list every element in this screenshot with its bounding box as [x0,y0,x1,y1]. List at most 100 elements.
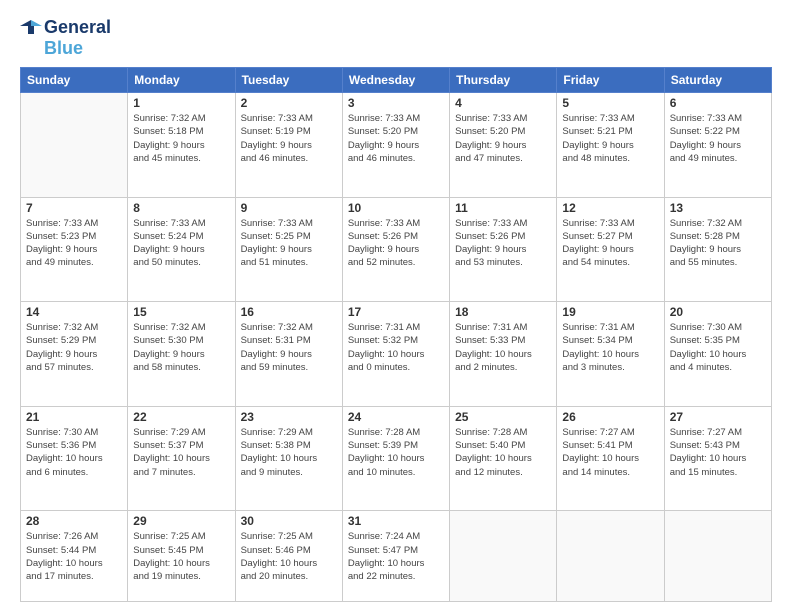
day-number: 10 [348,201,444,215]
calendar-cell: 11 Sunrise: 7:33 AM Sunset: 5:26 PM Dayli… [450,197,557,302]
calendar-cell [664,511,771,602]
day-info: Sunrise: 7:28 AM Sunset: 5:39 PM Dayligh… [348,426,444,479]
day-number: 14 [26,305,122,319]
calendar-cell: 7 Sunrise: 7:33 AM Sunset: 5:23 PM Daylig… [21,197,128,302]
calendar-week-row: 14 Sunrise: 7:32 AM Sunset: 5:29 PM Dayli… [21,302,772,407]
page: General Blue SundayMondayTuesdayWednesda… [0,0,792,612]
day-info: Sunrise: 7:25 AM Sunset: 5:45 PM Dayligh… [133,530,229,583]
calendar-cell: 28 Sunrise: 7:26 AM Sunset: 5:44 PM Dayli… [21,511,128,602]
day-info: Sunrise: 7:28 AM Sunset: 5:40 PM Dayligh… [455,426,551,479]
calendar-cell: 23 Sunrise: 7:29 AM Sunset: 5:38 PM Dayli… [235,406,342,511]
day-info: Sunrise: 7:27 AM Sunset: 5:43 PM Dayligh… [670,426,766,479]
calendar-cell: 30Sunrise: 7:25 AM Sunset: 5:46 PM Dayli… [235,511,342,602]
calendar-week-row: 21 Sunrise: 7:30 AM Sunset: 5:36 PM Dayli… [21,406,772,511]
day-info: Sunrise: 7:33 AM Sunset: 5:21 PM Dayligh… [562,112,658,165]
calendar-cell [21,93,128,198]
calendar-header-saturday: Saturday [664,68,771,93]
day-info: Sunrise: 7:32 AM Sunset: 5:30 PM Dayligh… [133,321,229,374]
day-number: 5 [562,96,658,110]
calendar-cell [450,511,557,602]
day-number: 24 [348,410,444,424]
day-number: 27 [670,410,766,424]
calendar-cell: 19 Sunrise: 7:31 AM Sunset: 5:34 PM Dayli… [557,302,664,407]
calendar-cell: 16Sunrise: 7:32 AM Sunset: 5:31 PM Dayli… [235,302,342,407]
day-number: 11 [455,201,551,215]
calendar-cell: 15 Sunrise: 7:32 AM Sunset: 5:30 PM Dayli… [128,302,235,407]
calendar-header-monday: Monday [128,68,235,93]
day-info: Sunrise: 7:33 AM Sunset: 5:23 PM Dayligh… [26,217,122,270]
logo: General Blue [20,16,111,59]
day-number: 7 [26,201,122,215]
calendar-cell: 29 Sunrise: 7:25 AM Sunset: 5:45 PM Dayli… [128,511,235,602]
logo-general: General [44,17,111,38]
day-info: Sunrise: 7:31 AM Sunset: 5:33 PM Dayligh… [455,321,551,374]
day-info: Sunrise: 7:29 AM Sunset: 5:38 PM Dayligh… [241,426,337,479]
day-info: Sunrise: 7:24 AM Sunset: 5:47 PM Dayligh… [348,530,444,583]
day-number: 12 [562,201,658,215]
day-number: 30 [241,514,337,528]
day-info: Sunrise: 7:33 AM Sunset: 5:20 PM Dayligh… [455,112,551,165]
calendar-cell: 20Sunrise: 7:30 AM Sunset: 5:35 PM Dayli… [664,302,771,407]
calendar-cell: 6Sunrise: 7:33 AM Sunset: 5:22 PM Daylig… [664,93,771,198]
day-number: 31 [348,514,444,528]
day-number: 22 [133,410,229,424]
day-info: Sunrise: 7:33 AM Sunset: 5:24 PM Dayligh… [133,217,229,270]
day-info: Sunrise: 7:33 AM Sunset: 5:20 PM Dayligh… [348,112,444,165]
calendar-cell: 24 Sunrise: 7:28 AM Sunset: 5:39 PM Dayli… [342,406,449,511]
day-number: 8 [133,201,229,215]
day-info: Sunrise: 7:33 AM Sunset: 5:26 PM Dayligh… [348,217,444,270]
logo-bird-icon [20,16,42,38]
day-info: Sunrise: 7:26 AM Sunset: 5:44 PM Dayligh… [26,530,122,583]
calendar-cell: 22Sunrise: 7:29 AM Sunset: 5:37 PM Dayli… [128,406,235,511]
day-number: 21 [26,410,122,424]
day-number: 23 [241,410,337,424]
day-number: 13 [670,201,766,215]
day-number: 29 [133,514,229,528]
calendar-cell: 12 Sunrise: 7:33 AM Sunset: 5:27 PM Dayli… [557,197,664,302]
day-info: Sunrise: 7:33 AM Sunset: 5:26 PM Dayligh… [455,217,551,270]
calendar-header-tuesday: Tuesday [235,68,342,93]
calendar-week-row: 1 Sunrise: 7:32 AM Sunset: 5:18 PM Daylig… [21,93,772,198]
calendar-week-row: 7 Sunrise: 7:33 AM Sunset: 5:23 PM Daylig… [21,197,772,302]
calendar-cell: 25 Sunrise: 7:28 AM Sunset: 5:40 PM Dayli… [450,406,557,511]
day-info: Sunrise: 7:32 AM Sunset: 5:31 PM Dayligh… [241,321,337,374]
calendar-cell: 21 Sunrise: 7:30 AM Sunset: 5:36 PM Dayli… [21,406,128,511]
day-info: Sunrise: 7:32 AM Sunset: 5:29 PM Dayligh… [26,321,122,374]
day-number: 28 [26,514,122,528]
calendar-week-row: 28 Sunrise: 7:26 AM Sunset: 5:44 PM Dayli… [21,511,772,602]
calendar-cell: 1 Sunrise: 7:32 AM Sunset: 5:18 PM Daylig… [128,93,235,198]
day-number: 25 [455,410,551,424]
day-info: Sunrise: 7:33 AM Sunset: 5:27 PM Dayligh… [562,217,658,270]
calendar-cell [557,511,664,602]
day-number: 1 [133,96,229,110]
calendar-cell: 14 Sunrise: 7:32 AM Sunset: 5:29 PM Dayli… [21,302,128,407]
calendar-cell: 2Sunrise: 7:33 AM Sunset: 5:19 PM Daylig… [235,93,342,198]
day-info: Sunrise: 7:32 AM Sunset: 5:28 PM Dayligh… [670,217,766,270]
day-info: Sunrise: 7:30 AM Sunset: 5:36 PM Dayligh… [26,426,122,479]
calendar-cell: 9Sunrise: 7:33 AM Sunset: 5:25 PM Daylig… [235,197,342,302]
calendar-header-thursday: Thursday [450,68,557,93]
calendar-header-wednesday: Wednesday [342,68,449,93]
calendar-header-row: SundayMondayTuesdayWednesdayThursdayFrid… [21,68,772,93]
day-info: Sunrise: 7:32 AM Sunset: 5:18 PM Dayligh… [133,112,229,165]
calendar-cell: 5 Sunrise: 7:33 AM Sunset: 5:21 PM Daylig… [557,93,664,198]
calendar-cell: 31 Sunrise: 7:24 AM Sunset: 5:47 PM Dayli… [342,511,449,602]
header: General Blue [20,16,772,59]
calendar-header-friday: Friday [557,68,664,93]
day-number: 9 [241,201,337,215]
calendar-cell: 4 Sunrise: 7:33 AM Sunset: 5:20 PM Daylig… [450,93,557,198]
day-number: 2 [241,96,337,110]
day-number: 19 [562,305,658,319]
calendar-table: SundayMondayTuesdayWednesdayThursdayFrid… [20,67,772,602]
calendar-cell: 18Sunrise: 7:31 AM Sunset: 5:33 PM Dayli… [450,302,557,407]
day-number: 4 [455,96,551,110]
calendar-cell: 27 Sunrise: 7:27 AM Sunset: 5:43 PM Dayli… [664,406,771,511]
day-info: Sunrise: 7:31 AM Sunset: 5:32 PM Dayligh… [348,321,444,374]
day-number: 15 [133,305,229,319]
day-number: 26 [562,410,658,424]
calendar-cell: 26Sunrise: 7:27 AM Sunset: 5:41 PM Dayli… [557,406,664,511]
day-number: 6 [670,96,766,110]
day-info: Sunrise: 7:31 AM Sunset: 5:34 PM Dayligh… [562,321,658,374]
logo-blue: Blue [44,38,83,59]
day-number: 20 [670,305,766,319]
